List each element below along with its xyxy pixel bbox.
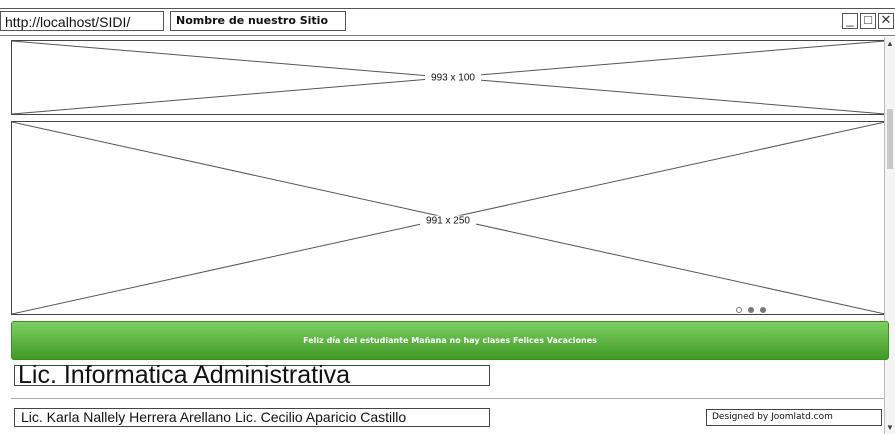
scroll-thumb[interactable]: [887, 109, 893, 169]
close-button[interactable]: ✕: [878, 13, 894, 29]
announcement-banner: Feliz día del estudiante Mañana no hay c…: [11, 321, 889, 360]
footer-credit[interactable]: Designed by Joomlatd.com: [706, 409, 882, 426]
header-image-size-label: 993 x 100: [425, 72, 481, 84]
header-image-placeholder: 993 x 100: [11, 40, 886, 115]
site-name-field[interactable]: Nombre de nuestro Sitio: [170, 11, 346, 31]
slider-dot[interactable]: [736, 307, 742, 313]
slider-image-placeholder: 991 x 250: [11, 121, 886, 315]
browser-window: http://localhost/SIDI/ Nombre de nuestro…: [0, 8, 895, 434]
slider-pagination: [730, 306, 774, 316]
vertical-scrollbar[interactable]: ▲ ▼: [884, 37, 895, 434]
maximize-button[interactable]: □: [860, 13, 876, 29]
footer-authors: Lic. Karla Nallely Herrera Arellano Lic.…: [14, 408, 490, 427]
page-title: Lic. Informatica Administrativa: [14, 363, 490, 388]
slider-image-size-label: 991 x 250: [420, 215, 476, 227]
divider: [11, 398, 884, 399]
url-field[interactable]: http://localhost/SIDI/: [0, 11, 164, 31]
slider-dot[interactable]: [748, 307, 754, 313]
scroll-up-icon[interactable]: ▲: [886, 39, 894, 48]
title-bar: http://localhost/SIDI/ Nombre de nuestro…: [0, 9, 895, 36]
scroll-down-icon[interactable]: ▼: [886, 423, 894, 432]
minimize-button[interactable]: _: [842, 13, 858, 29]
slider-dot[interactable]: [760, 307, 766, 313]
